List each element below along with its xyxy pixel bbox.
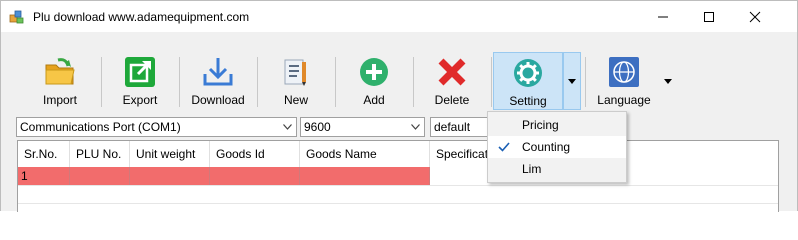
toolbar-separator (585, 57, 586, 107)
column-header[interactable]: Sr.No. (18, 141, 70, 167)
caret-down-icon (568, 78, 576, 84)
toolbar-separator (413, 57, 414, 107)
download-label: Download (191, 93, 245, 107)
toolbar-separator (257, 57, 258, 107)
add-label: Add (363, 93, 385, 107)
baud-select[interactable]: 9600 (300, 117, 425, 137)
table-cell[interactable] (300, 167, 430, 185)
app-logo-icon (9, 9, 25, 25)
toolbar-separator (335, 57, 336, 107)
toolbar-separator (491, 57, 492, 107)
title-bar: Plu download www.adamequipment.com (1, 1, 797, 32)
menu-item-counting[interactable]: Counting (488, 136, 626, 158)
download-button[interactable]: Download (181, 52, 255, 110)
setting-button[interactable]: Setting (493, 52, 563, 110)
new-label: New (283, 93, 308, 107)
import-label: Import (42, 93, 77, 107)
menu-item-label: Pricing (522, 118, 559, 132)
window-title: Plu download www.adamequipment.com (33, 10, 250, 24)
globe-icon (607, 55, 641, 89)
setting-menu: Pricing Counting Lim (487, 111, 627, 183)
new-button[interactable]: New (259, 52, 333, 110)
column-header[interactable]: Goods Name (300, 141, 430, 167)
delete-label: Delete (434, 93, 470, 107)
minimize-icon (658, 16, 668, 17)
add-button[interactable]: Add (337, 52, 411, 110)
grid-line (18, 203, 778, 204)
download-icon (201, 55, 235, 89)
menu-item-lim[interactable]: Lim (488, 158, 626, 180)
export-button[interactable]: Export (103, 52, 177, 110)
gear-icon (511, 56, 545, 90)
import-button[interactable]: Import (23, 52, 97, 110)
setting-dropdown-button[interactable] (563, 52, 581, 110)
menu-item-pricing[interactable]: Pricing (488, 114, 626, 136)
setting-label: Setting (509, 94, 547, 108)
app-window: Plu download www.adamequipment.com Impor… (0, 0, 798, 212)
export-icon (123, 55, 157, 89)
minimize-button[interactable] (640, 1, 686, 32)
grid-line (18, 185, 778, 186)
checkmark-icon (498, 142, 510, 152)
menu-item-label: Counting (522, 140, 571, 154)
delete-button[interactable]: Delete (415, 52, 489, 110)
table-cell[interactable] (210, 167, 300, 185)
toolbar-separator (179, 57, 180, 107)
export-label: Export (122, 93, 158, 107)
language-label: Language (597, 93, 651, 107)
toolbar-separator (101, 57, 102, 107)
language-button[interactable]: Language (587, 52, 661, 110)
toolbar: Import Export Download New Add Delete Se… (15, 52, 682, 110)
column-header[interactable]: Goods Id (210, 141, 300, 167)
delete-icon (435, 55, 469, 89)
maximize-icon (704, 11, 714, 22)
new-document-icon (279, 55, 313, 89)
plu-table: Sr.No. PLU No. Unit weight Goods Id Good… (17, 140, 779, 212)
caret-down-icon (664, 78, 672, 84)
table-cell[interactable]: 1 (18, 167, 70, 185)
close-icon (749, 11, 761, 22)
chevron-down-icon (283, 124, 292, 130)
mode-select-value: default (434, 120, 471, 134)
column-header[interactable]: Unit weight (130, 141, 210, 167)
chevron-down-icon (411, 124, 420, 130)
maximize-button[interactable] (686, 1, 732, 32)
language-dropdown-button[interactable] (659, 52, 677, 110)
folder-open-icon (43, 55, 77, 89)
close-button[interactable] (732, 1, 778, 32)
table-cell[interactable] (70, 167, 130, 185)
port-select[interactable]: Communications Port (COM1) (16, 117, 297, 137)
baud-select-value: 9600 (304, 120, 331, 134)
table-cell[interactable] (130, 167, 210, 185)
add-icon (357, 55, 391, 89)
column-header[interactable]: PLU No. (70, 141, 130, 167)
table-row[interactable]: 1 (18, 167, 430, 185)
menu-item-label: Lim (522, 162, 542, 176)
table-header: Sr.No. PLU No. Unit weight Goods Id Good… (18, 141, 778, 167)
port-select-value: Communications Port (COM1) (20, 120, 181, 134)
